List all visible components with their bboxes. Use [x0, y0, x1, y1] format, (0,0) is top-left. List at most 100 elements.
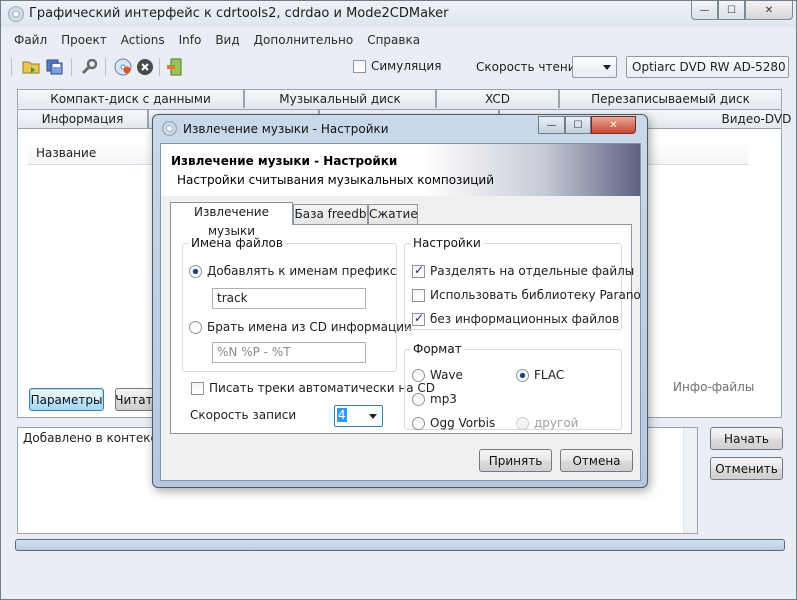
tab-video-dvd-label: Видео-DVD: [721, 112, 792, 126]
menu-view[interactable]: Вид: [208, 31, 246, 51]
settings-group: Настройки Разделять на отдельные файлы И…: [404, 236, 641, 330]
noinfo-option[interactable]: без информационных файлов: [412, 311, 620, 326]
info-files-label: Инфо-файлы: [673, 380, 755, 394]
dialog-maximize-button[interactable]: ☐: [565, 116, 591, 134]
noinfo-label: без информационных файлов: [430, 312, 620, 326]
log-line: Добавлено в контекстн: [23, 431, 172, 445]
progress-bar: [15, 539, 785, 551]
minimize-button[interactable]: —: [691, 1, 718, 20]
save-copy-icon[interactable]: [45, 57, 65, 77]
ogg-radio[interactable]: [412, 416, 425, 430]
wave-label: Wave: [430, 368, 463, 382]
toolbar: Симуляция Скорость чтения Optiarc DVD RW…: [7, 53, 791, 81]
flac-radio[interactable]: [516, 368, 529, 382]
cd-icon: [162, 121, 177, 136]
format-group: Формат Wave FLAC mp3 Ogg Vorbis другой: [404, 342, 622, 430]
flac-label: FLAC: [534, 368, 565, 382]
tab-freedb[interactable]: База freedb: [293, 204, 368, 225]
format-other-option: другой: [516, 416, 578, 430]
mp3-label: mp3: [430, 392, 457, 406]
write-speed-select[interactable]: 4: [334, 405, 383, 427]
write-auto-checkbox[interactable]: [191, 381, 204, 395]
toolbar-separator: [71, 58, 72, 76]
accept-button[interactable]: Принять: [479, 449, 552, 472]
simulation-checkbox[interactable]: [353, 59, 366, 73]
menu-bar: Файл Проект Actions Info Вид Дополнитель…: [7, 31, 427, 51]
tab-data-cd[interactable]: Компакт-диск с данными: [17, 89, 244, 108]
menu-actions[interactable]: Actions: [114, 31, 172, 51]
wave-radio[interactable]: [412, 368, 425, 382]
write-auto-label: Писать треки автоматически на CD: [209, 381, 436, 395]
dialog-cancel-button[interactable]: Отмена: [560, 449, 633, 472]
cdinfo-radio[interactable]: [189, 320, 202, 334]
prefix-radio[interactable]: [189, 264, 202, 278]
open-folder-icon[interactable]: [21, 57, 41, 77]
menu-project[interactable]: Проект: [54, 31, 114, 51]
paranoia-option[interactable]: Использовать библиотеку Parano: [412, 288, 641, 302]
paranoia-label: Использовать библиотеку Parano: [430, 288, 641, 302]
cd-burn-icon[interactable]: [113, 57, 133, 77]
cancel-main-button[interactable]: Отменить: [710, 457, 783, 480]
filenames-group: Имена файлов Добавлять к именам префикс …: [182, 236, 412, 372]
stop-icon[interactable]: [135, 57, 155, 77]
dialog-banner: Извлечение музыки - Настройки Настройки …: [161, 144, 640, 196]
window-title: Графический интерфейс к cdrtools2, cdrda…: [29, 6, 449, 21]
tab-audio-cd[interactable]: Музыкальный диск: [244, 89, 436, 108]
tab-panel: Имена файлов Добавлять к именам префикс …: [170, 224, 641, 434]
tab-xcd[interactable]: XCD: [436, 89, 559, 108]
wrench-icon[interactable]: [79, 57, 99, 77]
parameters-button[interactable]: Параметры: [29, 388, 104, 411]
dialog-title: Извлечение музыки - Настройки: [183, 122, 389, 136]
write-speed-label: Скорость записи: [190, 408, 297, 422]
main-window: Графический интерфейс к cdrtools2, cdrda…: [0, 0, 797, 600]
log-scrollbar[interactable]: [683, 428, 697, 533]
split-checkbox[interactable]: [412, 263, 425, 278]
tab-compression[interactable]: Сжатие: [368, 204, 418, 225]
ogg-label: Ogg Vorbis: [430, 416, 496, 430]
cdinfo-option[interactable]: Брать имена из CD информации: [189, 320, 412, 334]
simulation-label: Симуляция: [371, 59, 442, 73]
title-bar: Графический интерфейс к cdrtools2, cdrda…: [1, 1, 796, 27]
prefix-option-label: Добавлять к именам префикс: [207, 264, 397, 278]
tab-music-extraction[interactable]: Извлечение музыки: [170, 202, 293, 238]
drive-select[interactable]: Optiarc DVD RW AD-5280: [626, 56, 789, 78]
menu-help[interactable]: Справка: [360, 31, 427, 51]
chevron-down-icon: [369, 414, 377, 419]
simulation-option[interactable]: Симуляция: [353, 59, 441, 73]
tab-rewritable[interactable]: Перезаписываемый диск: [559, 89, 782, 108]
close-button[interactable]: ✕: [745, 1, 793, 20]
cdinfo-option-label: Брать имена из CD информации: [207, 320, 412, 334]
read-speed-select[interactable]: [572, 56, 617, 78]
prefix-option[interactable]: Добавлять к именам префикс: [189, 264, 396, 278]
menu-file[interactable]: Файл: [7, 31, 54, 51]
read-speed-label: Скорость чтения: [476, 60, 583, 74]
start-button[interactable]: Начать: [710, 427, 783, 450]
format-ogg-option[interactable]: Ogg Vorbis: [412, 416, 495, 430]
other-radio: [516, 416, 529, 430]
mp3-radio[interactable]: [412, 392, 425, 406]
noinfo-checkbox[interactable]: [412, 311, 425, 326]
split-label: Разделять на отдельные файлы: [430, 264, 635, 278]
pattern-input[interactable]: %N %P - %T: [212, 342, 366, 363]
split-option[interactable]: Разделять на отдельные файлы: [412, 263, 635, 278]
maximize-button[interactable]: ☐: [718, 1, 745, 20]
format-mp3-option[interactable]: mp3: [412, 392, 457, 406]
format-wave-option[interactable]: Wave: [412, 368, 463, 382]
prefix-input[interactable]: track: [212, 288, 366, 309]
dialog-close-button[interactable]: ✕: [591, 116, 636, 134]
toolbar-separator: [105, 58, 106, 76]
other-label: другой: [534, 416, 579, 430]
format-flac-option[interactable]: FLAC: [516, 368, 564, 382]
toolbar-separator: [11, 58, 12, 76]
exit-icon[interactable]: [165, 57, 185, 77]
tab-info[interactable]: Информация: [17, 109, 148, 128]
write-auto-option[interactable]: Писать треки автоматически на CD: [191, 381, 435, 395]
menu-info[interactable]: Info: [172, 31, 209, 51]
dialog-minimize-button[interactable]: —: [538, 116, 565, 134]
paranoia-checkbox[interactable]: [412, 288, 425, 302]
toolbar-separator: [159, 58, 160, 76]
format-group-label: Формат: [411, 342, 464, 356]
menu-extra[interactable]: Дополнительно: [247, 31, 361, 51]
column-name[interactable]: Название: [36, 146, 96, 160]
dialog-title-bar: Извлечение музыки - Настройки — ☐ ✕: [153, 115, 647, 143]
